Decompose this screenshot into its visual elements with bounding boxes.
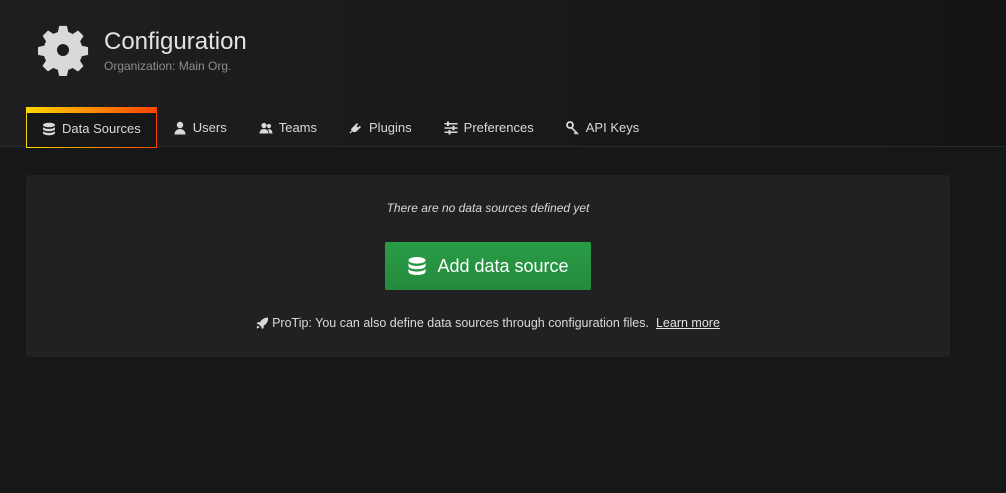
tab-active-indicator [27, 110, 156, 113]
key-icon [565, 120, 579, 135]
button-label: Add data source [437, 255, 569, 276]
sliders-icon [444, 121, 458, 134]
tab-teams[interactable]: Teams [243, 107, 333, 147]
protip: ProTip: You can also define data sources… [26, 316, 950, 330]
tab-api-keys[interactable]: API Keys [550, 107, 655, 147]
tab-users[interactable]: Users [157, 107, 243, 147]
tab-preferences[interactable]: Preferences [428, 107, 550, 147]
users-icon [259, 122, 273, 133]
tab-label: Plugins [369, 120, 412, 135]
empty-state-title: There are no data sources defined yet [386, 201, 590, 215]
page-header: Configuration Organization: Main Org. Da… [0, 0, 1006, 148]
page-title: Configuration [104, 28, 247, 55]
empty-state-panel: There are no data sources defined yet Ad… [26, 175, 950, 357]
rocket-icon [256, 317, 269, 329]
tab-label: Users [192, 120, 227, 135]
database-icon [43, 122, 55, 135]
plug-icon [349, 122, 362, 133]
protip-text: ProTip: You can also define data sources… [272, 316, 649, 330]
database-icon [408, 257, 427, 275]
learn-more-link[interactable]: Learn more [656, 316, 720, 330]
tab-label: Data Sources [62, 121, 141, 136]
tab-label: Preferences [463, 120, 534, 135]
page-subtitle: Organization: Main Org. [104, 59, 232, 73]
tab-bar: Data Sources Users Teams Plugins Prefere… [26, 107, 655, 148]
tab-plugins[interactable]: Plugins [333, 107, 428, 147]
tab-label: Teams [278, 120, 318, 135]
tab-data-sources[interactable]: Data Sources [26, 107, 157, 148]
add-data-source-button[interactable]: Add data source [385, 242, 591, 290]
gear-icon [38, 25, 89, 76]
user-icon [174, 121, 186, 134]
tab-label: API Keys [585, 120, 640, 135]
